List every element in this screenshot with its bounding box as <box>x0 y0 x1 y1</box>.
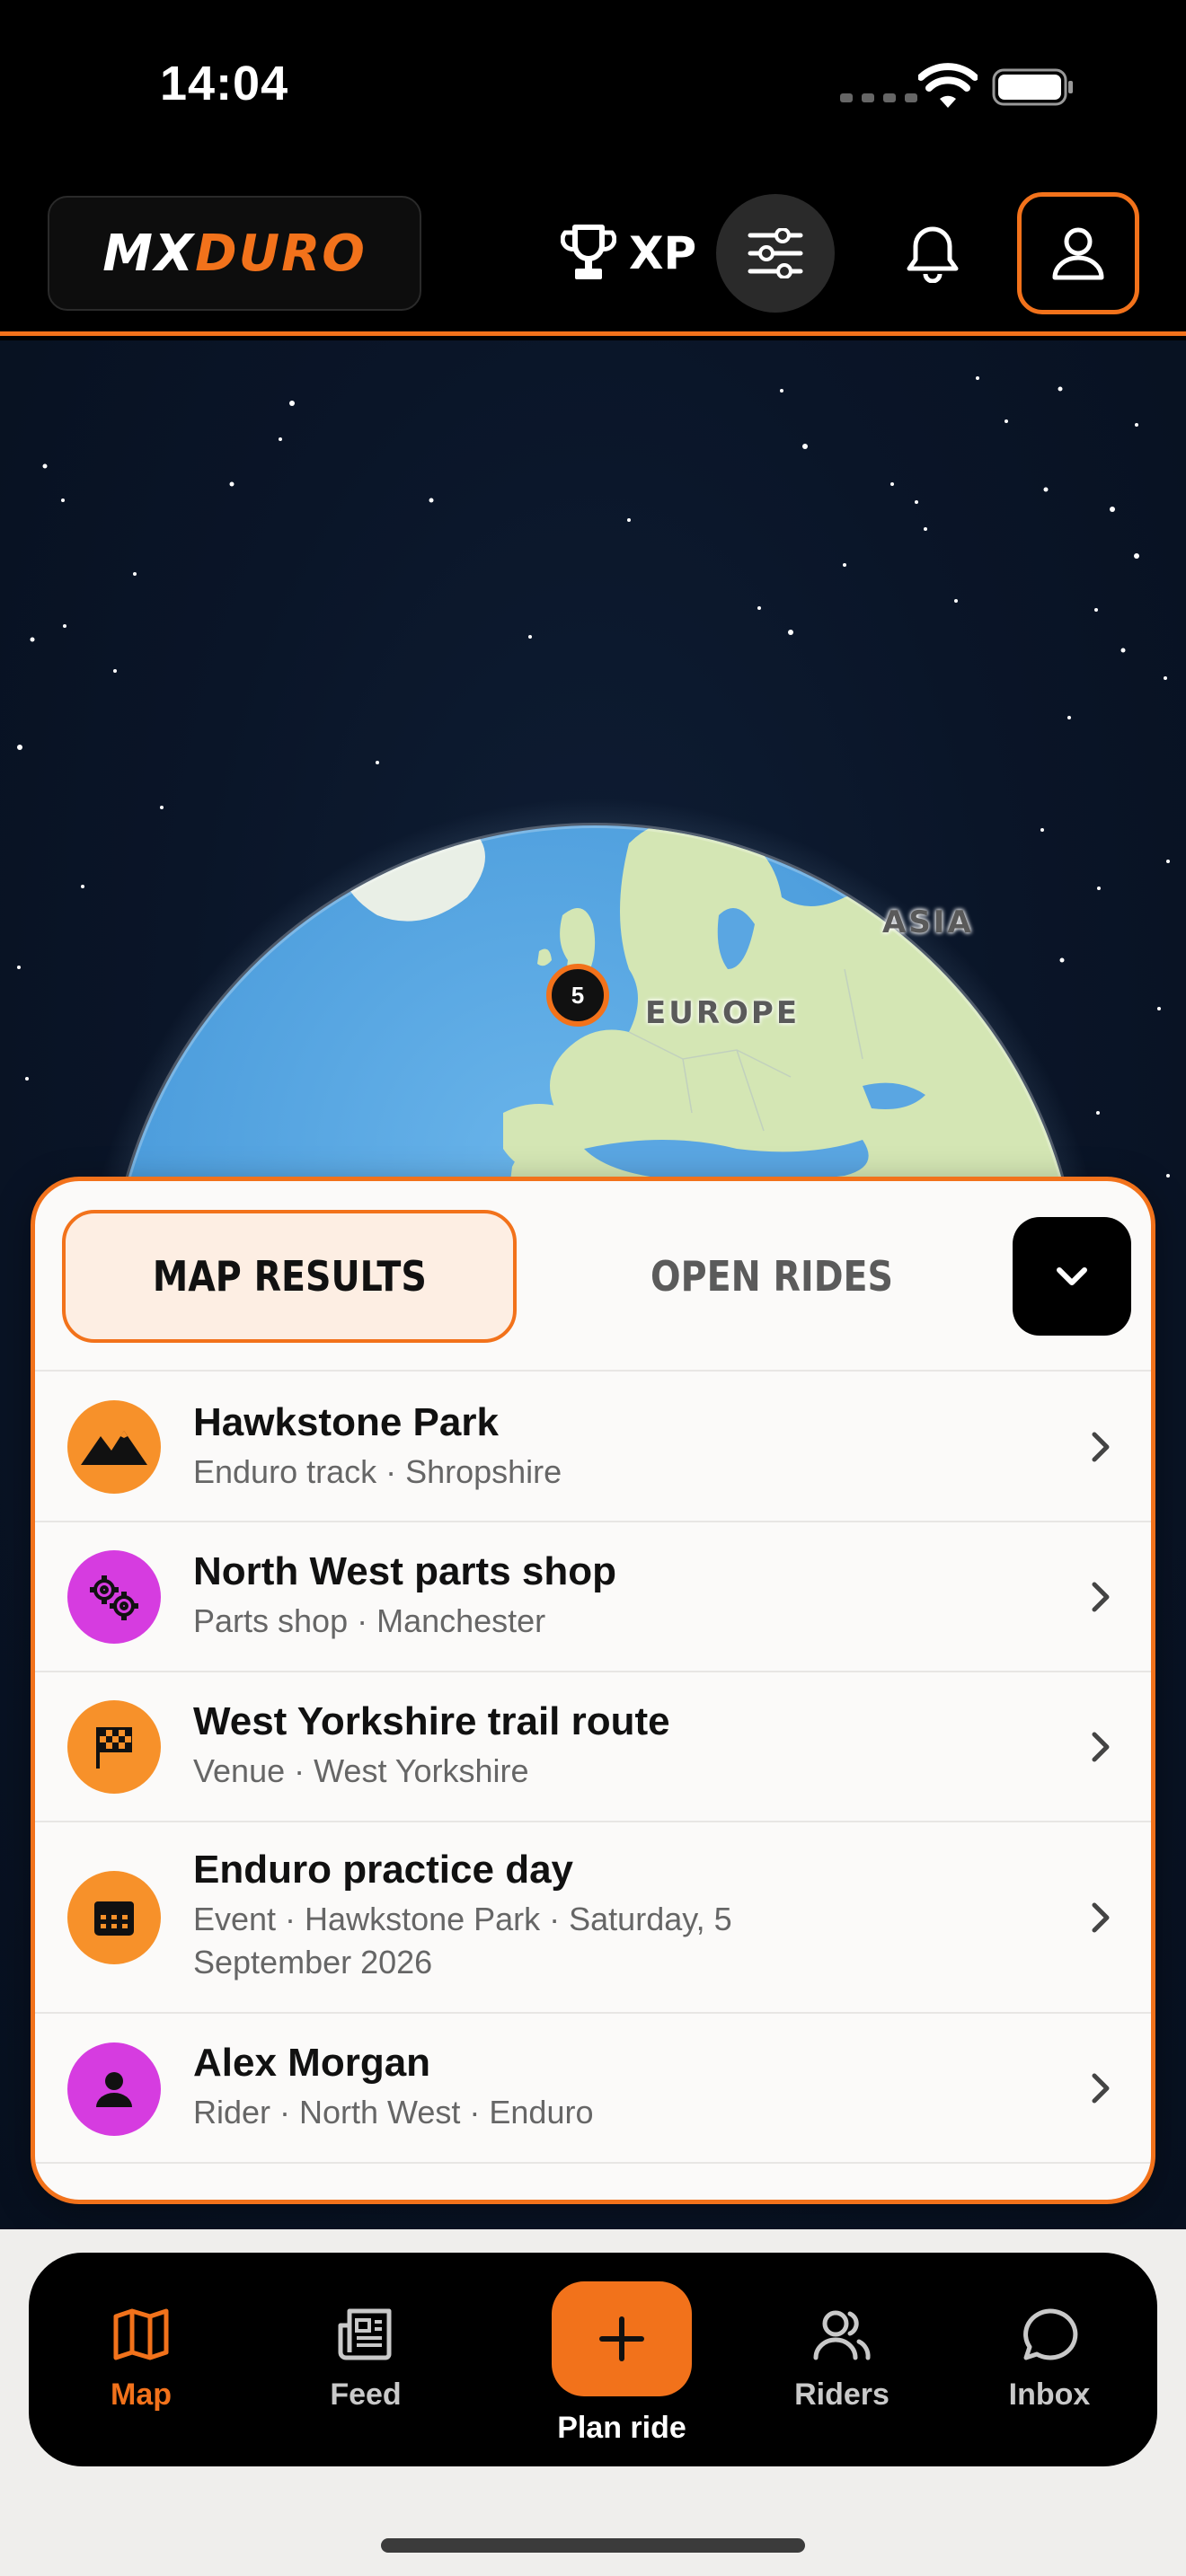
chevron-right-icon <box>1092 1432 1110 1462</box>
tab-map-results[interactable]: MAP RESULTS <box>62 1210 517 1343</box>
newspaper-icon <box>338 2308 392 2360</box>
gears-icon <box>90 1575 138 1620</box>
chevron-down-icon <box>1057 1267 1087 1285</box>
icon-circle <box>67 2042 161 2136</box>
trophy-icon <box>561 225 616 279</box>
logo[interactable]: MXDURO <box>48 196 421 311</box>
battery-icon <box>992 68 1073 106</box>
bottom-nav: Map Feed Plan ride Riders Inbox <box>29 2253 1157 2466</box>
chevron-right-icon <box>1092 1902 1110 1933</box>
result-subtitle: Venue · West Yorkshire <box>193 1752 529 1789</box>
user-icon <box>1052 227 1104 280</box>
person-icon <box>96 2072 132 2107</box>
checkered-flag-icon <box>96 1727 132 1769</box>
notifications-button[interactable] <box>873 194 992 313</box>
result-title: West Yorkshire trail route <box>193 1699 670 1743</box>
map-label-europe: EUROPE <box>645 995 801 1031</box>
chevron-right-icon <box>1092 2073 1110 2104</box>
tab-open-rides-label: OPEN RIDES <box>650 1252 894 1301</box>
nav-feed[interactable]: Feed <box>253 2253 478 2466</box>
nav-riders-label: Riders <box>794 2377 890 2412</box>
result-title: Hawkstone Park <box>193 1400 499 1444</box>
result-subtitle: Enduro track · Shropshire <box>193 1453 562 1490</box>
cellular-signal-icon <box>840 93 917 102</box>
list-item[interactable]: North West parts shop Parts shop · Manch… <box>35 1522 1151 1672</box>
map-icon <box>113 2308 169 2360</box>
xp-button[interactable]: XP <box>561 221 696 286</box>
logo-duro: DURO <box>195 224 367 283</box>
plan-ride-label: Plan ride <box>557 2411 686 2445</box>
status-bar: 14:04 <box>0 0 1186 171</box>
icon-circle <box>67 1550 161 1644</box>
globe <box>87 798 1102 1239</box>
list-item[interactable]: West Yorkshire trail route Venue · West … <box>35 1672 1151 1822</box>
nav-riders[interactable]: Riders <box>730 2253 954 2466</box>
icon-circle <box>67 1700 161 1794</box>
app-header: MXDURO XP <box>0 171 1186 336</box>
map-label-asia: ASIA <box>882 904 974 940</box>
icon-circle <box>67 1871 161 1964</box>
result-title: Alex Morgan <box>193 2041 431 2085</box>
chevron-right-icon <box>1092 1732 1110 1762</box>
users-icon <box>813 2310 871 2360</box>
filter-button[interactable] <box>716 194 835 313</box>
chevron-right-icon <box>1092 1582 1110 1612</box>
chat-bubble-icon <box>1023 2307 1078 2360</box>
nav-inbox[interactable]: Inbox <box>942 2253 1157 2466</box>
result-subtitle: Rider · North West · Enduro <box>193 2094 594 2130</box>
nav-map-label: Map <box>111 2377 172 2412</box>
tab-map-results-label: MAP RESULTS <box>152 1252 427 1301</box>
sliders-icon <box>748 228 803 278</box>
results-tabs: MAP RESULTS OPEN RIDES <box>35 1181 1151 1372</box>
icon-circle <box>67 1400 161 1494</box>
nav-map[interactable]: Map <box>29 2253 253 2466</box>
result-title: Enduro practice day <box>193 1848 574 1892</box>
plan-ride-button[interactable] <box>552 2281 692 2396</box>
plus-icon <box>599 2316 644 2361</box>
collapse-sheet-button[interactable] <box>1013 1217 1131 1336</box>
home-indicator[interactable] <box>381 2538 805 2553</box>
list-item[interactable]: Enduro practice day Event · Hawkstone Pa… <box>35 1822 1151 2014</box>
logo-mx: MX <box>102 224 196 283</box>
bell-icon <box>907 226 959 283</box>
wifi-icon <box>918 63 978 108</box>
status-time: 14:04 <box>160 57 289 110</box>
list-item[interactable]: Alex Morgan Rider · North West · Enduro <box>35 2014 1151 2164</box>
nav-feed-label: Feed <box>330 2377 402 2412</box>
results-list: Hawkstone Park Enduro track · Shropshire <box>35 1372 1151 2164</box>
mountains-icon <box>81 1431 147 1465</box>
calendar-icon <box>94 1901 134 1936</box>
map-cluster-marker[interactable]: 5 <box>546 964 609 1027</box>
xp-label: XP <box>629 227 697 279</box>
tab-open-rides[interactable]: OPEN RIDES <box>538 1210 1005 1343</box>
result-title: North West parts shop <box>193 1549 617 1593</box>
list-item[interactable]: Hawkstone Park Enduro track · Shropshire <box>35 1372 1151 1522</box>
result-subtitle: Parts shop · Manchester <box>193 1602 546 1639</box>
result-subtitle: Event · Hawkstone Park · Saturday, 5 Sep… <box>193 1901 732 1981</box>
results-sheet: MAP RESULTS OPEN RIDES Hawkstone Park En… <box>31 1177 1155 2204</box>
nav-inbox-label: Inbox <box>1008 2377 1091 2412</box>
profile-button[interactable] <box>1017 192 1139 314</box>
